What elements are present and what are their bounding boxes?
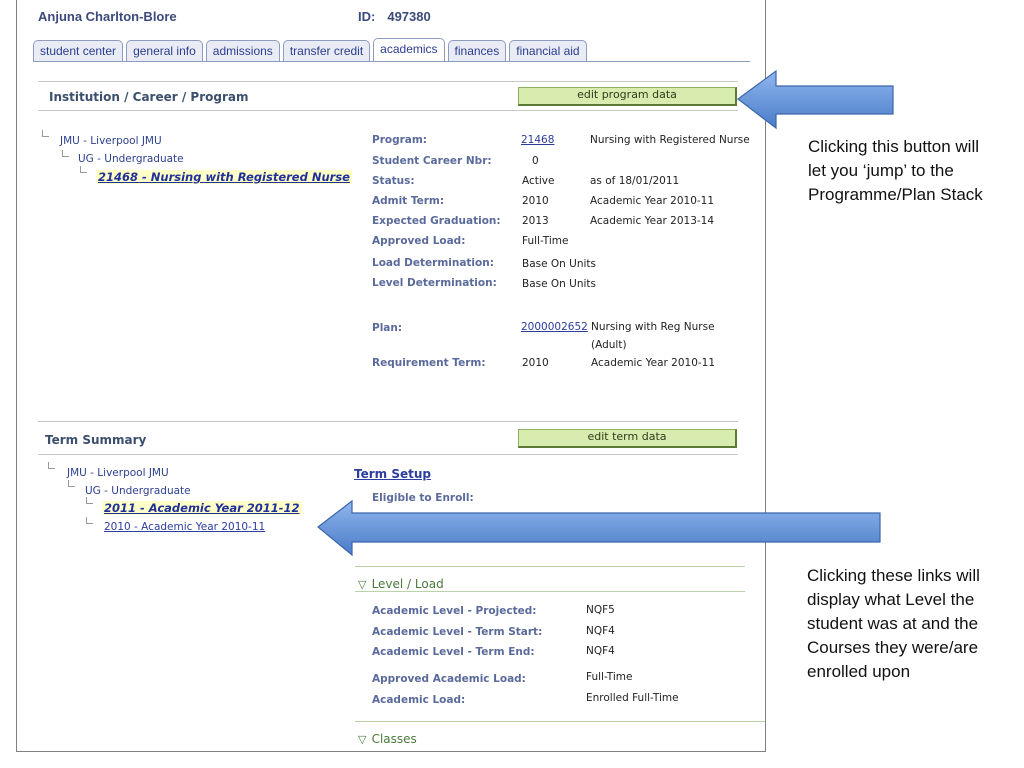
- annotation-note-levels: Clicking these links will display what L…: [807, 566, 980, 681]
- arrow-to-edit-button-icon: [736, 69, 894, 130]
- annotation-note-jump: Clicking this button will let you ‘jump’…: [808, 137, 983, 204]
- arrow-to-term-links-icon: [317, 499, 881, 557]
